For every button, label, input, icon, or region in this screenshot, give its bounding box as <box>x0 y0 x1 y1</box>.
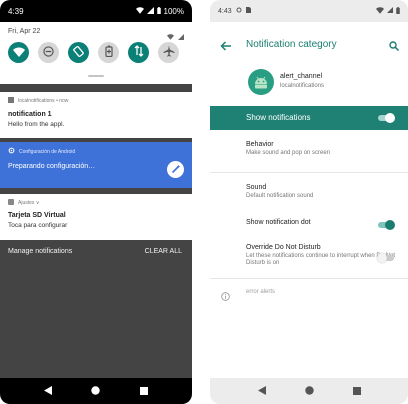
show-notifications-label: Show notifications <box>246 113 311 122</box>
do-not-disturb-icon <box>43 44 54 62</box>
settings-status-icon <box>236 7 242 15</box>
settings-gear-icon <box>8 147 15 156</box>
notification-header: Configuración de Android <box>19 148 76 155</box>
manage-notifications-button[interactable]: Manage notifications <box>8 248 72 255</box>
behavior-subtitle: Make sound and pop on screen <box>246 150 331 156</box>
tile-battery-saver[interactable] <box>98 42 119 63</box>
show-notifications-row[interactable]: Show notifications <box>210 106 408 130</box>
sd-status-icon <box>245 7 251 15</box>
notification-card-localnotifications[interactable]: localnotifications • now notification 1 … <box>0 92 192 138</box>
left-phone-screen: 4:39 100% Fri, Apr 22 localnotifications… <box>0 0 192 404</box>
notification-header: localnotifications • now <box>18 98 69 104</box>
battery-status-icon <box>396 6 400 16</box>
auto-rotate-icon <box>73 44 84 62</box>
nav-home-button[interactable] <box>304 382 314 400</box>
battery-saver-icon <box>104 44 113 62</box>
back-arrow-icon[interactable] <box>220 38 231 56</box>
wifi-icon <box>12 44 25 62</box>
notification-title: Tarjeta SD Virtual <box>8 212 66 219</box>
airplane-mode-icon <box>163 44 175 62</box>
tile-airplane-mode[interactable] <box>158 42 179 63</box>
android-app-icon <box>248 69 274 95</box>
nav-recents-button[interactable] <box>140 382 149 400</box>
right-phone-screen: 4:43 Notification category alert_channel… <box>210 0 408 404</box>
nav-home-button[interactable] <box>91 382 101 400</box>
behavior-setting[interactable]: Behavior Make sound and pop on screen <box>246 141 396 157</box>
behavior-title: Behavior <box>246 141 274 148</box>
app-package-name: localnotifications <box>280 83 325 89</box>
notification-dot-switch[interactable] <box>378 220 395 230</box>
switch-knob <box>385 220 395 230</box>
right-status-bar: 4:43 <box>210 0 408 22</box>
notification-header: Ajustes ∨ <box>18 200 40 206</box>
signal-status-icon <box>146 6 154 16</box>
setup-wand-button[interactable] <box>167 161 184 178</box>
notification-card-android-setup[interactable]: Configuración de Android Preparando conf… <box>0 142 192 188</box>
wifi-status-icon <box>135 6 144 16</box>
override-dnd-switch[interactable] <box>377 253 394 263</box>
app-small-icon <box>8 97 14 105</box>
quick-settings-tiles <box>8 42 179 63</box>
magic-wand-icon <box>171 161 181 179</box>
wifi-status-icon <box>376 6 384 16</box>
right-navigation-bar <box>210 378 408 404</box>
quick-settings-panel: Fri, Apr 22 <box>0 22 192 84</box>
nav-recents-button[interactable] <box>352 382 361 400</box>
notification-dot-setting[interactable]: Show notification dot <box>246 219 396 226</box>
divider <box>210 172 408 173</box>
left-status-bar: 4:39 100% <box>0 0 192 22</box>
nav-back-button[interactable] <box>257 382 266 400</box>
tile-auto-rotate[interactable] <box>68 42 89 63</box>
override-dnd-title: Override Do Not Disturb <box>246 244 321 251</box>
status-time: 4:43 <box>218 7 232 15</box>
sound-setting[interactable]: Sound Default notification sound <box>246 184 396 200</box>
override-dnd-subtitle: Let these notifications continue to inte… <box>246 253 396 266</box>
notification-title: Preparando configuración… <box>8 163 96 170</box>
divider <box>210 278 408 279</box>
tile-mobile-data[interactable] <box>128 42 149 63</box>
shade-date: Fri, Apr 22 <box>8 28 41 35</box>
notification-card-sd-card[interactable]: Ajustes ∨ Tarjeta SD Virtual Toca para c… <box>0 194 192 240</box>
battery-status-icon <box>156 6 161 16</box>
sound-title: Sound <box>246 184 267 191</box>
notification-dot-title: Show notification dot <box>246 219 311 226</box>
signal-status-icon <box>387 7 393 15</box>
shade-drag-handle[interactable] <box>88 75 104 77</box>
notification-title: notification 1 <box>8 111 52 118</box>
switch-knob <box>377 253 387 263</box>
override-dnd-setting[interactable]: Override Do Not Disturb Let these notifi… <box>246 244 396 267</box>
search-icon[interactable] <box>389 38 400 56</box>
app-header: alert_channel localnotifications <box>210 66 408 106</box>
sound-subtitle: Default notification sound <box>246 193 314 199</box>
notification-text: Toca para configurar <box>8 222 68 229</box>
status-time: 4:39 <box>8 6 24 16</box>
notification-text: Hello from the appl. <box>8 121 65 128</box>
nav-back-button[interactable] <box>43 382 52 400</box>
mobile-data-icon <box>134 44 144 62</box>
channel-name: alert_channel <box>280 73 323 80</box>
switch-knob <box>385 113 395 123</box>
app-bar: Notification category <box>210 22 408 66</box>
tile-do-not-disturb[interactable] <box>38 42 59 63</box>
settings-small-icon <box>8 199 14 207</box>
info-icon <box>221 288 230 306</box>
left-navigation-bar <box>0 378 192 404</box>
show-notifications-switch[interactable] <box>378 113 395 123</box>
footer-info-text: error alerts <box>246 289 276 295</box>
tile-wifi[interactable] <box>8 42 29 63</box>
battery-percent: 100% <box>163 6 184 16</box>
page-title: Notification category <box>246 39 337 50</box>
clear-all-button[interactable]: CLEAR ALL <box>145 248 182 255</box>
